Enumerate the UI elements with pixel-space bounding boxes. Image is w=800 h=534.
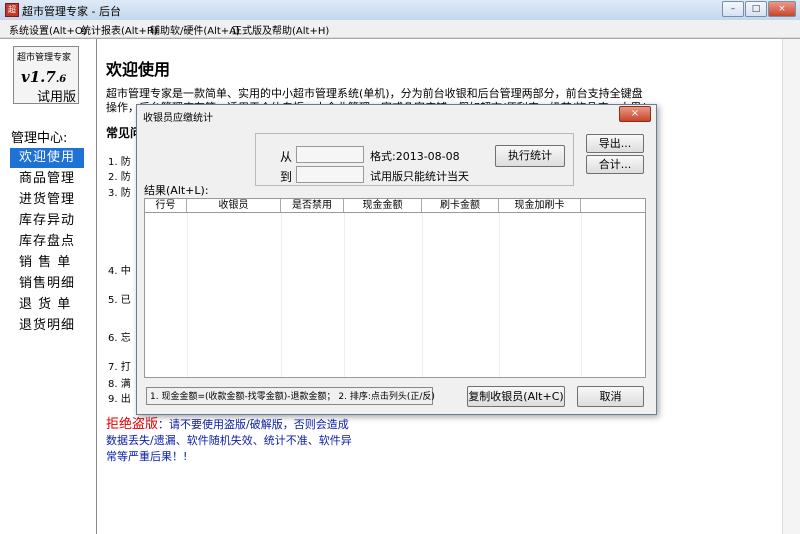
sidebar-item-products[interactable]: 商品管理 xyxy=(10,169,84,189)
to-label: 到 xyxy=(280,170,293,184)
column-divider xyxy=(499,213,500,377)
run-stats-button[interactable]: 执行统计 xyxy=(495,145,565,167)
main-titlebar[interactable]: 超 超市管理专家 - 后台 – □ × xyxy=(0,0,800,20)
column-divider xyxy=(422,213,423,377)
formula-note: 1. 现金金额=(收款金额-找零金额)-退款金额； 2. 排序:点击列头(正/反… xyxy=(146,387,435,405)
column-divider xyxy=(344,213,345,377)
faq-item[interactable]: 4. 中 xyxy=(108,262,131,277)
sidebar-item-stock-changes[interactable]: 库存异动 xyxy=(10,211,84,231)
format-hint: 格式:2013-08-08 xyxy=(370,150,460,163)
faq-item[interactable]: 2. 防 xyxy=(108,168,131,183)
warning-title: 拒绝盗版 xyxy=(106,417,159,432)
sidebar-item-stocktake[interactable]: 库存盘点 xyxy=(10,232,84,252)
column-divider xyxy=(187,213,188,377)
column-header[interactable]: 现金加刷卡 xyxy=(499,199,581,212)
sidebar-item-sales-detail[interactable]: 销售明细 xyxy=(10,274,84,294)
dialog-title: 收银员应缴统计 xyxy=(143,113,213,124)
logo: 超市管理专家 v1.7.6 试用版 xyxy=(13,46,79,105)
logo-name: 超市管理专家 xyxy=(17,53,72,63)
column-header[interactable]: 是否禁用 xyxy=(281,199,344,212)
faq-item[interactable]: 6. 忘 xyxy=(108,329,131,344)
trial-label: 试用版 xyxy=(37,90,77,105)
sidebar-heading: 管理中心: xyxy=(11,131,68,146)
faq-item[interactable]: 7. 打 xyxy=(108,358,131,373)
close-button[interactable]: × xyxy=(768,1,796,17)
trial-hint: 试用版只能统计当天 xyxy=(370,170,469,183)
table-header: 行号 收银员 是否禁用 现金金额 刷卡金额 现金加刷卡 xyxy=(145,199,645,213)
maximize-button[interactable]: □ xyxy=(745,1,767,17)
menubar: 系统设置(Alt+O) 统计报表(Alt+R) 辅助软/硬件(Alt+A) 正式… xyxy=(0,20,800,38)
window-title: 超市管理专家 - 后台 xyxy=(22,5,121,18)
column-divider xyxy=(281,213,282,377)
page-title: 欢迎使用 xyxy=(106,60,171,79)
anti-piracy-notice: 拒绝盗版：请不要使用盗版/破解版，否则会造成数据丢失/遗漏、软件随机失效、统计不… xyxy=(106,417,354,513)
column-header[interactable]: 收银员 xyxy=(187,199,281,212)
column-divider xyxy=(581,213,582,377)
from-label: 从 xyxy=(280,150,293,164)
export-button[interactable]: 导出... xyxy=(586,134,644,153)
result-table[interactable]: 行号 收银员 是否禁用 现金金额 刷卡金额 现金加刷卡 xyxy=(144,198,646,378)
app-icon: 超 xyxy=(5,3,19,17)
menu-help[interactable]: 正式版及帮助(Alt+H) xyxy=(232,22,329,37)
cashier-stats-dialog: 收银员应缴统计 × 从 到 格式:2013-08-08 试用版只能统计当天 执行… xyxy=(136,104,657,415)
column-header[interactable]: 行号 xyxy=(145,199,187,212)
column-header[interactable]: 刷卡金额 xyxy=(422,199,499,212)
menu-reports[interactable]: 统计报表(Alt+R) xyxy=(81,22,158,37)
faq-item[interactable]: 8. 满 xyxy=(108,375,131,390)
minimize-button[interactable]: – xyxy=(722,1,744,17)
faq-item[interactable]: 1. 防 xyxy=(108,153,131,168)
total-button[interactable]: 合计... xyxy=(586,155,644,174)
sidebar-item-purchases[interactable]: 进货管理 xyxy=(10,190,84,210)
version-label: v1.7.6 xyxy=(21,68,67,86)
result-label: 结果(Alt+L): xyxy=(144,184,209,197)
vertical-scrollbar[interactable] xyxy=(782,39,800,534)
sidebar-item-sales[interactable]: 销 售 单 xyxy=(10,253,84,273)
from-date-input[interactable] xyxy=(296,146,364,163)
sidebar-item-welcome[interactable]: 欢迎使用 xyxy=(10,148,84,168)
divider xyxy=(96,39,97,534)
sidebar-item-returns[interactable]: 退 货 单 xyxy=(10,295,84,315)
faq-item[interactable]: 9. 出 xyxy=(108,390,131,405)
menu-aux-hardware[interactable]: 辅助软/硬件(Alt+A) xyxy=(150,22,240,37)
dialog-close-button[interactable]: × xyxy=(619,106,651,122)
to-date-input[interactable] xyxy=(296,166,364,183)
copy-cashier-button[interactable]: 复制收银员(Alt+C) xyxy=(467,386,565,407)
faq-item[interactable]: 3. 防 xyxy=(108,184,131,199)
faq-item[interactable]: 5. 已 xyxy=(108,291,131,306)
sidebar-item-returns-detail[interactable]: 退货明细 xyxy=(10,316,84,336)
cancel-button[interactable]: 取消 xyxy=(577,386,644,407)
column-header[interactable]: 现金金额 xyxy=(344,199,422,212)
menu-system-settings[interactable]: 系统设置(Alt+O) xyxy=(9,22,87,37)
dialog-titlebar[interactable]: 收银员应缴统计 × xyxy=(137,105,656,125)
